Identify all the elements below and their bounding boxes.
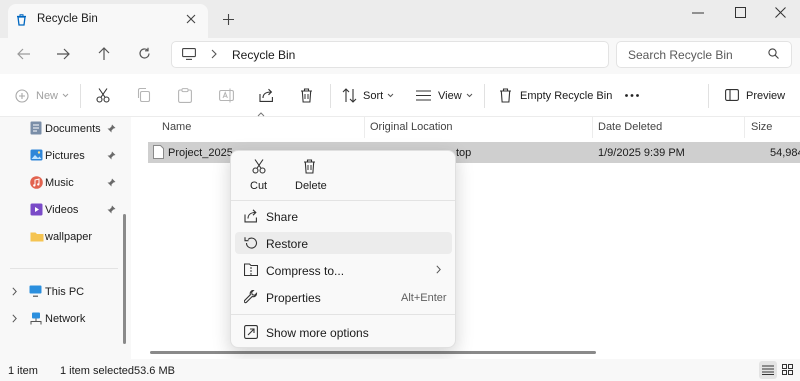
status-item-count: 1 item [8,365,38,377]
delete-icon[interactable] [303,159,316,174]
recycle-bin-icon [15,13,28,26]
column-divider[interactable] [744,116,745,138]
sidebar-item-documents[interactable]: Documents [45,123,101,135]
sort-indicator-icon [257,112,265,117]
cut-icon[interactable] [252,159,266,174]
column-header-date-deleted[interactable]: Date Deleted [598,121,662,133]
menu-restore[interactable]: Restore [266,237,308,251]
menu-share[interactable]: Share [266,210,298,224]
submenu-chevron-icon [436,265,441,274]
search-placeholder: Search Recycle Bin [628,48,733,62]
details-view-icon [762,365,774,375]
divider [484,84,485,108]
status-selected: 1 item selected [60,365,134,377]
address-path: Recycle Bin [232,48,296,62]
command-bar [0,75,800,117]
show-more-icon[interactable] [244,325,258,339]
menu-properties[interactable]: Properties [266,291,321,305]
rename-icon[interactable] [219,88,234,103]
new-icon[interactable] [15,89,29,103]
videos-icon [30,203,43,216]
sort-icon[interactable] [342,88,358,103]
sidebar-item-wallpaper[interactable]: wallpaper [45,231,92,243]
column-header-name[interactable]: Name [162,121,191,133]
preview-pane-icon[interactable] [725,89,739,101]
share-icon[interactable] [244,209,258,223]
menu-compress[interactable]: Compress to... [266,264,344,278]
menu-delete-label[interactable]: Delete [295,180,327,192]
view-chevron-icon [466,93,473,98]
delete-icon[interactable] [300,88,313,103]
chevron-right-icon[interactable] [211,49,217,59]
forward-icon[interactable] [57,48,70,60]
copy-icon[interactable] [137,88,151,102]
restore-icon[interactable] [244,236,258,250]
menu-show-more-options[interactable]: Show more options [266,326,369,340]
pc-icon [29,285,42,297]
close-window-icon[interactable] [775,7,786,18]
pin-icon[interactable] [107,205,116,214]
pin-icon[interactable] [107,151,116,160]
search-icon[interactable] [768,48,779,59]
file-icon [153,145,164,159]
properties-icon[interactable] [244,290,258,304]
paste-icon[interactable] [178,88,192,103]
expand-chevron-icon[interactable] [12,287,17,296]
maximize-icon[interactable] [735,7,746,18]
sort-chevron-icon [387,93,394,98]
new-chevron-icon [62,93,69,98]
tiles-view-icon[interactable] [782,364,793,375]
cut-icon[interactable] [96,88,110,103]
back-icon[interactable] [17,48,30,60]
more-options-icon[interactable] [625,94,639,97]
up-icon[interactable] [98,47,110,60]
close-tab-icon[interactable] [186,14,196,24]
music-icon [30,176,43,189]
new-button[interactable]: New [36,90,58,102]
share-icon[interactable] [259,88,274,103]
pin-icon[interactable] [107,124,116,133]
compress-icon[interactable] [244,263,258,276]
tab-title: Recycle Bin [37,13,98,25]
divider [231,200,455,201]
view-button[interactable]: View [438,90,462,102]
sort-button[interactable]: Sort [363,90,383,102]
view-icon[interactable] [416,90,431,101]
column-divider[interactable] [364,116,365,138]
preview-button[interactable]: Preview [746,90,785,102]
sidebar-item-pictures[interactable]: Pictures [45,150,85,162]
divider [708,84,709,108]
empty-recycle-bin-icon[interactable] [499,88,512,103]
file-size: 54,984 [770,147,800,159]
computer-icon [182,48,196,60]
documents-icon [30,121,42,135]
sidebar-item-videos[interactable]: Videos [45,204,78,216]
new-tab-icon[interactable] [223,14,234,25]
minimize-icon[interactable] [692,12,704,14]
divider [80,84,81,108]
pin-icon[interactable] [107,178,116,187]
expand-chevron-icon[interactable] [12,314,17,323]
file-date-deleted: 1/9/2025 9:39 PM [598,147,685,159]
column-header-size[interactable]: Size [751,121,772,133]
properties-shortcut: Alt+Enter [401,292,447,304]
file-original-location: top [456,147,472,159]
status-size: 53.6 MB [134,365,175,377]
folder-icon [30,231,44,242]
sidebar-item-network[interactable]: Network [45,313,85,325]
menu-cut-label[interactable]: Cut [250,180,267,192]
divider [330,84,331,108]
divider [231,314,455,315]
column-divider[interactable] [592,116,593,138]
column-header-original-location[interactable]: Original Location [370,121,453,133]
refresh-icon[interactable] [138,47,151,60]
empty-recycle-bin-button[interactable]: Empty Recycle Bin [520,90,612,102]
sidebar-item-music[interactable]: Music [45,177,74,189]
horizontal-scrollbar[interactable] [150,351,596,354]
sidebar-item-this-pc[interactable]: This PC [45,286,84,298]
network-icon [29,312,43,325]
divider [10,268,118,269]
pictures-icon [30,149,43,161]
sidebar-scrollbar[interactable] [123,214,126,344]
